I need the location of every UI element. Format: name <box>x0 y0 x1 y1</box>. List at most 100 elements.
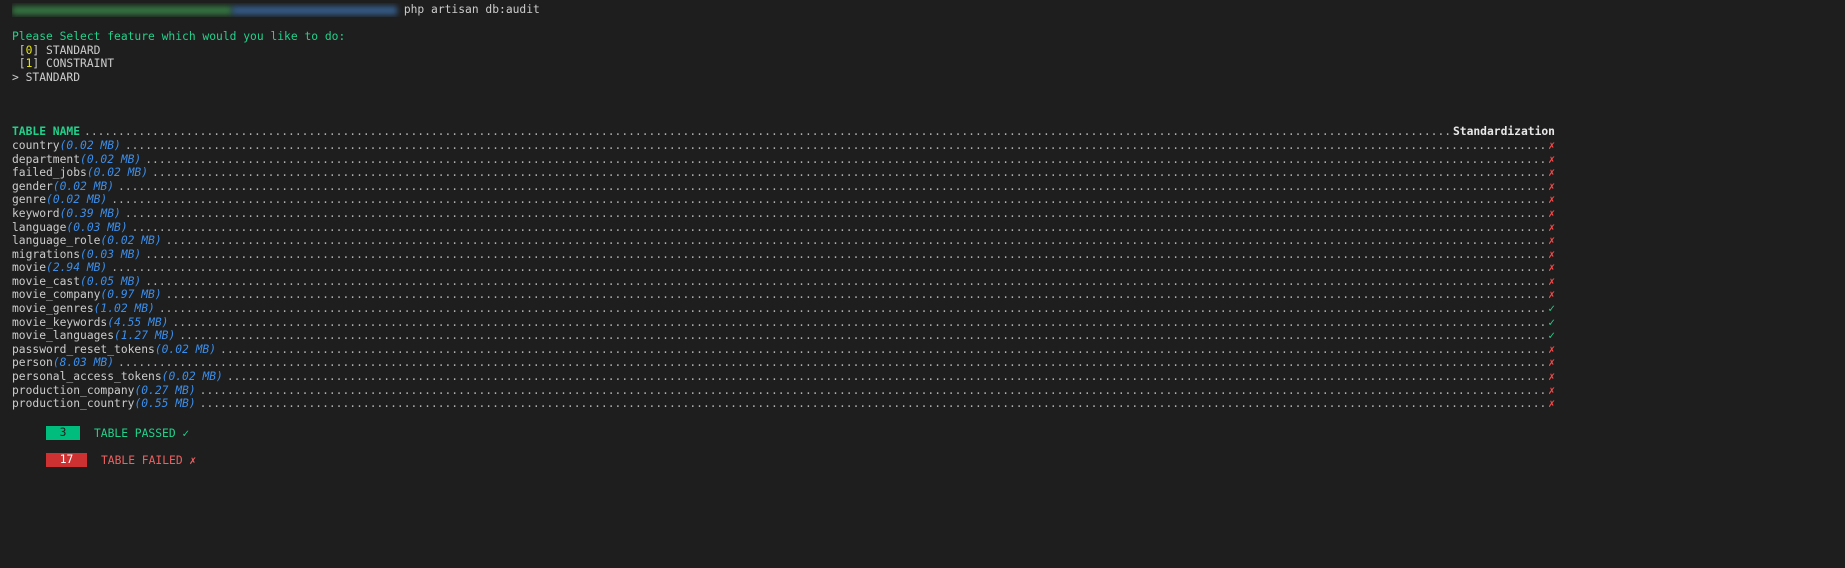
dot-leader <box>128 221 1549 235</box>
table-row: keyword (0.39 MB) ✗ <box>12 207 1555 221</box>
cross-icon: ✗ <box>1548 166 1555 180</box>
dot-leader <box>141 248 1548 262</box>
dot-leader <box>114 356 1548 370</box>
table-size: (0.02 MB) <box>161 370 223 384</box>
table-size: (0.27 MB) <box>134 383 196 397</box>
cross-icon: ✗ <box>1548 274 1555 288</box>
table-row: gender (0.02 MB) ✗ <box>12 180 1555 194</box>
table-row: department (0.02 MB) ✗ <box>12 153 1555 167</box>
table-name: country <box>12 138 60 152</box>
passed-label: TABLE PASSED ✓ <box>94 426 190 440</box>
table-row: language (0.03 MB) ✗ <box>12 221 1555 235</box>
dot-leader <box>121 207 1548 221</box>
dot-leader <box>216 343 1548 357</box>
blurred-path <box>232 6 397 15</box>
table-name: keyword <box>12 206 60 220</box>
table-row: production_company (0.27 MB) ✗ <box>12 384 1555 398</box>
table-name: production_company <box>12 383 135 397</box>
table-row: movie_company (0.97 MB) ✗ <box>12 288 1555 302</box>
table-name: movie_languages <box>12 329 115 343</box>
table-size: (4.55 MB) <box>107 315 169 329</box>
cross-icon: ✗ <box>1548 179 1555 193</box>
table-size: (0.02 MB) <box>154 342 217 356</box>
cross-icon: ✗ <box>1548 261 1555 275</box>
table-name: failed_jobs <box>12 166 87 180</box>
dot-leader <box>121 139 1548 153</box>
table-name: language <box>12 220 67 234</box>
cross-icon: ✗ <box>1548 356 1555 370</box>
dot-leader <box>107 261 1548 275</box>
table-row: failed_jobs (0.02 MB) ✗ <box>12 166 1555 180</box>
dot-leader <box>223 370 1548 384</box>
dot-leader <box>141 275 1548 289</box>
table-name: personal_access_tokens <box>12 370 162 384</box>
table-row: movie_cast (0.05 MB) ✗ <box>12 275 1555 289</box>
table-row: genre (0.02 MB) ✗ <box>12 193 1555 207</box>
table-size: (0.02 MB) <box>100 234 162 248</box>
prompt-question: Please Select feature which would you li… <box>12 30 346 44</box>
cross-icon: ✗ <box>1548 220 1555 234</box>
table-size: (8.03 MB) <box>52 356 115 370</box>
table-size: (2.94 MB) <box>46 261 108 275</box>
cross-icon: ✗ <box>1548 247 1555 261</box>
check-icon: ✓ <box>1548 302 1555 316</box>
table-size: (0.02 MB) <box>59 138 121 152</box>
failed-summary: 17 TABLE FAILED ✗ <box>46 453 196 467</box>
blurred-user-host <box>12 6 232 15</box>
table-size: (1.27 MB) <box>114 329 176 343</box>
table-row: personal_access_tokens (0.02 MB) ✗ <box>12 370 1555 384</box>
option-1: [1] CONSTRAINT <box>12 57 115 71</box>
table-size: (0.39 MB) <box>59 206 121 220</box>
cross-icon: ✗ <box>1548 342 1555 356</box>
cross-icon: ✗ <box>1548 383 1555 397</box>
dot-leader <box>175 329 1548 343</box>
table-name: movie_keywords <box>12 315 108 329</box>
cross-icon: ✗ <box>1548 234 1555 248</box>
table-size: (1.02 MB) <box>93 302 155 316</box>
cross-icon: ✗ <box>1548 193 1555 207</box>
table-row: country (0.02 MB) ✗ <box>12 139 1555 153</box>
header-table-name: TABLE NAME <box>12 125 81 139</box>
table-row: person (8.03 MB) ✗ <box>12 356 1555 370</box>
dot-leader <box>168 316 1548 330</box>
dot-leader <box>114 180 1548 194</box>
cross-icon: ✗ <box>1548 370 1555 384</box>
terminal-output: php artisan db:audit Please Select featu… <box>12 3 1555 411</box>
table-name: movie_company <box>12 288 101 302</box>
dot-leader <box>196 397 1549 411</box>
table-name: department <box>12 152 81 166</box>
check-icon: ✓ <box>1548 329 1555 343</box>
table-row: movie_keywords (4.55 MB) ✓ <box>12 316 1555 330</box>
command-text: php artisan db:audit <box>403 3 540 16</box>
table-size: (0.03 MB) <box>66 220 128 234</box>
table-size: (0.55 MB) <box>134 397 196 411</box>
header-standardization: Standardization <box>1452 125 1555 139</box>
passed-count-badge: 3 <box>46 426 80 440</box>
cross-icon: ✗ <box>1548 397 1555 411</box>
dot-leader <box>196 384 1549 398</box>
selected-option: > STANDARD <box>12 70 81 84</box>
table-size: (0.02 MB) <box>52 179 115 193</box>
cross-icon: ✗ <box>1548 152 1555 166</box>
cross-icon: ✗ <box>1548 206 1555 220</box>
table-row: language_role (0.02 MB) ✗ <box>12 234 1555 248</box>
dot-leader <box>107 193 1548 207</box>
command-line: php artisan db:audit <box>12 3 1555 17</box>
dot-leader <box>162 288 1549 302</box>
cross-icon: ✗ <box>1548 138 1555 152</box>
table-size: (0.02 MB) <box>86 166 149 180</box>
table-row: movie (2.94 MB) ✗ <box>12 261 1555 275</box>
table-size: (0.03 MB) <box>80 247 142 261</box>
table-size: (0.97 MB) <box>100 288 162 302</box>
option-0: [0] STANDARD <box>12 43 101 57</box>
table-header: TABLE NAME Standardization <box>12 125 1555 139</box>
table-name: person <box>12 356 53 370</box>
failed-label: TABLE FAILED ✗ <box>101 453 197 467</box>
table-row: migrations (0.03 MB) ✗ <box>12 248 1555 262</box>
check-icon: ✓ <box>1548 315 1555 329</box>
table-name: production_country <box>12 397 135 411</box>
table-row: movie_languages (1.27 MB) ✓ <box>12 329 1555 343</box>
table-name: movie <box>12 261 47 275</box>
dot-leader <box>141 153 1548 167</box>
table-name: password_reset_tokens <box>12 342 155 356</box>
